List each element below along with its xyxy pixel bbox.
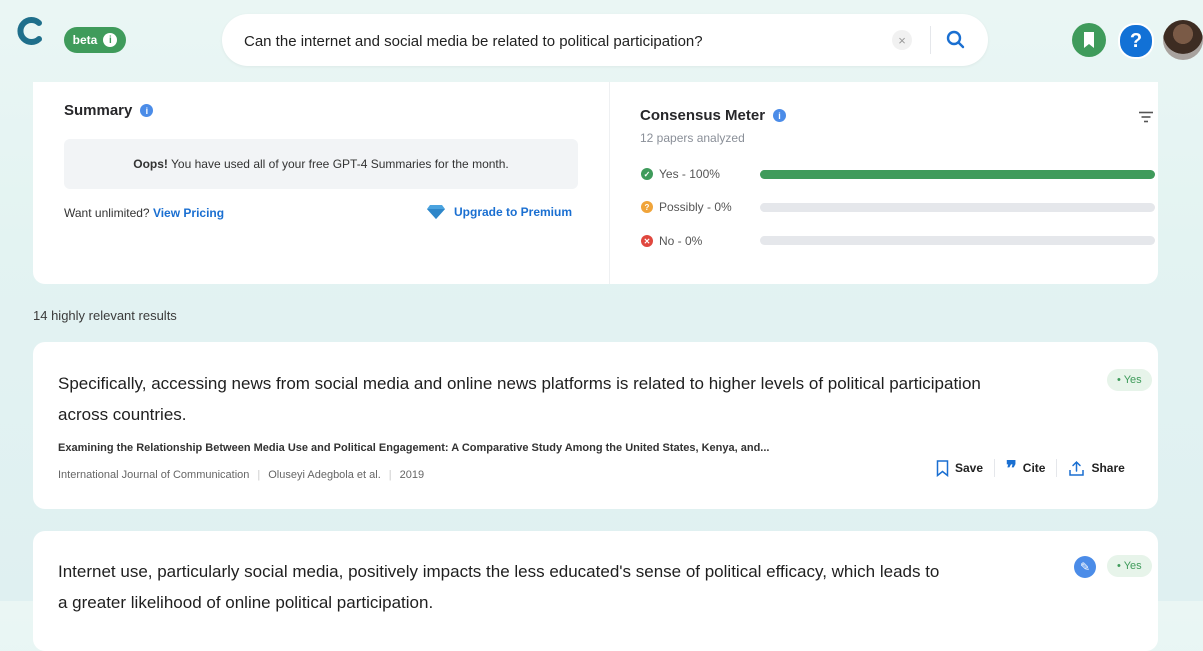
cite-button[interactable]: ❞ Cite: [1006, 456, 1046, 480]
filter-icon[interactable]: [1138, 111, 1154, 123]
journal-name: International Journal of Communication: [58, 469, 250, 481]
share-label: Share: [1091, 461, 1125, 475]
bookmark-icon: [936, 459, 949, 477]
unlimited-row: Want unlimited? View Pricing: [64, 206, 224, 220]
summary-title: Summary: [64, 102, 133, 119]
claim-line: a greater likelihood of online political…: [58, 593, 434, 612]
meter-track-no: [760, 236, 1155, 245]
meta-separator: |: [388, 469, 392, 481]
summary-header: Summary i: [64, 102, 154, 119]
meter-label-no: No - 0%: [659, 234, 703, 248]
oops-bold: Oops!: [133, 157, 168, 171]
unlimited-text: Want unlimited?: [64, 206, 153, 220]
meter-fill-yes: [760, 170, 1155, 179]
yes-badge: • Yes: [1107, 555, 1152, 577]
meta-separator: |: [257, 469, 261, 481]
beta-badge[interactable]: beta i: [64, 27, 126, 53]
check-icon: ✓: [641, 168, 653, 180]
info-icon: i: [103, 33, 118, 47]
summary-limit-notice: Oops! You have used all of your free GPT…: [64, 139, 578, 189]
claim-line: Internet use, particularly social media,…: [58, 562, 940, 581]
meter-header: Consensus Meter i: [640, 107, 787, 124]
meter-subtitle: 12 papers analyzed: [640, 131, 745, 145]
paper-title[interactable]: Examining the Relationship Between Media…: [58, 442, 769, 454]
upgrade-button[interactable]: Upgrade to Premium: [426, 204, 572, 220]
question-icon: ?: [1129, 29, 1143, 52]
bookmarks-button[interactable]: [1072, 23, 1106, 57]
quote-icon: ❞: [1006, 456, 1017, 480]
search-input[interactable]: [242, 28, 866, 54]
avatar[interactable]: [1163, 20, 1203, 60]
edit-icon[interactable]: ✎: [1074, 556, 1096, 578]
action-separator: [1056, 459, 1058, 477]
result-actions: Save ❞ Cite Share: [936, 456, 1125, 480]
paper-meta: International Journal of Communication | O…: [58, 469, 424, 481]
result-claim[interactable]: Internet use, particularly social media,…: [58, 556, 1078, 618]
cite-label: Cite: [1022, 461, 1046, 475]
save-button[interactable]: Save: [936, 459, 984, 477]
search-icon[interactable]: [944, 28, 968, 52]
search-divider: [930, 26, 931, 54]
consensus-logo-icon[interactable]: [15, 16, 45, 46]
diamond-icon: [427, 205, 445, 219]
claim-line: across countries.: [58, 405, 187, 424]
meter-title: Consensus Meter: [640, 107, 766, 124]
meter-row-no: ✕ No - 0%: [641, 234, 702, 248]
meter-track-yes: [760, 170, 1155, 179]
beta-label: beta: [72, 33, 98, 47]
share-icon: [1069, 460, 1085, 476]
info-icon[interactable]: i: [773, 109, 787, 122]
question-icon: ?: [641, 201, 653, 213]
meter-label-possibly: Possibly - 0%: [659, 200, 732, 214]
search-bar: ×: [222, 14, 988, 66]
view-pricing-link[interactable]: View Pricing: [153, 206, 224, 220]
action-separator: [994, 459, 996, 477]
upgrade-label: Upgrade to Premium: [454, 205, 573, 219]
x-icon: ✕: [641, 235, 653, 247]
result-claim[interactable]: Specifically, accessing news from social…: [58, 368, 1088, 430]
year: 2019: [399, 469, 425, 481]
results-count: 14 highly relevant results: [33, 308, 177, 323]
info-icon[interactable]: i: [140, 104, 154, 117]
meter-row-yes: ✓ Yes - 100%: [641, 167, 720, 181]
yes-badge: • Yes: [1107, 369, 1152, 391]
share-button[interactable]: Share: [1068, 460, 1125, 477]
meter-row-possibly: ? Possibly - 0%: [641, 200, 732, 214]
claim-line: Specifically, accessing news from social…: [58, 374, 981, 393]
close-icon[interactable]: ×: [892, 30, 912, 50]
card-divider: [609, 82, 610, 284]
meter-track-possibly: [760, 203, 1155, 212]
oops-text: You have used all of your free GPT-4 Sum…: [167, 157, 509, 171]
help-button[interactable]: ?: [1118, 23, 1154, 59]
authors: Oluseyi Adegbola et al.: [268, 469, 381, 481]
meter-label-yes: Yes - 100%: [659, 167, 720, 181]
save-label: Save: [955, 461, 984, 475]
bookmark-icon: [1084, 32, 1094, 48]
